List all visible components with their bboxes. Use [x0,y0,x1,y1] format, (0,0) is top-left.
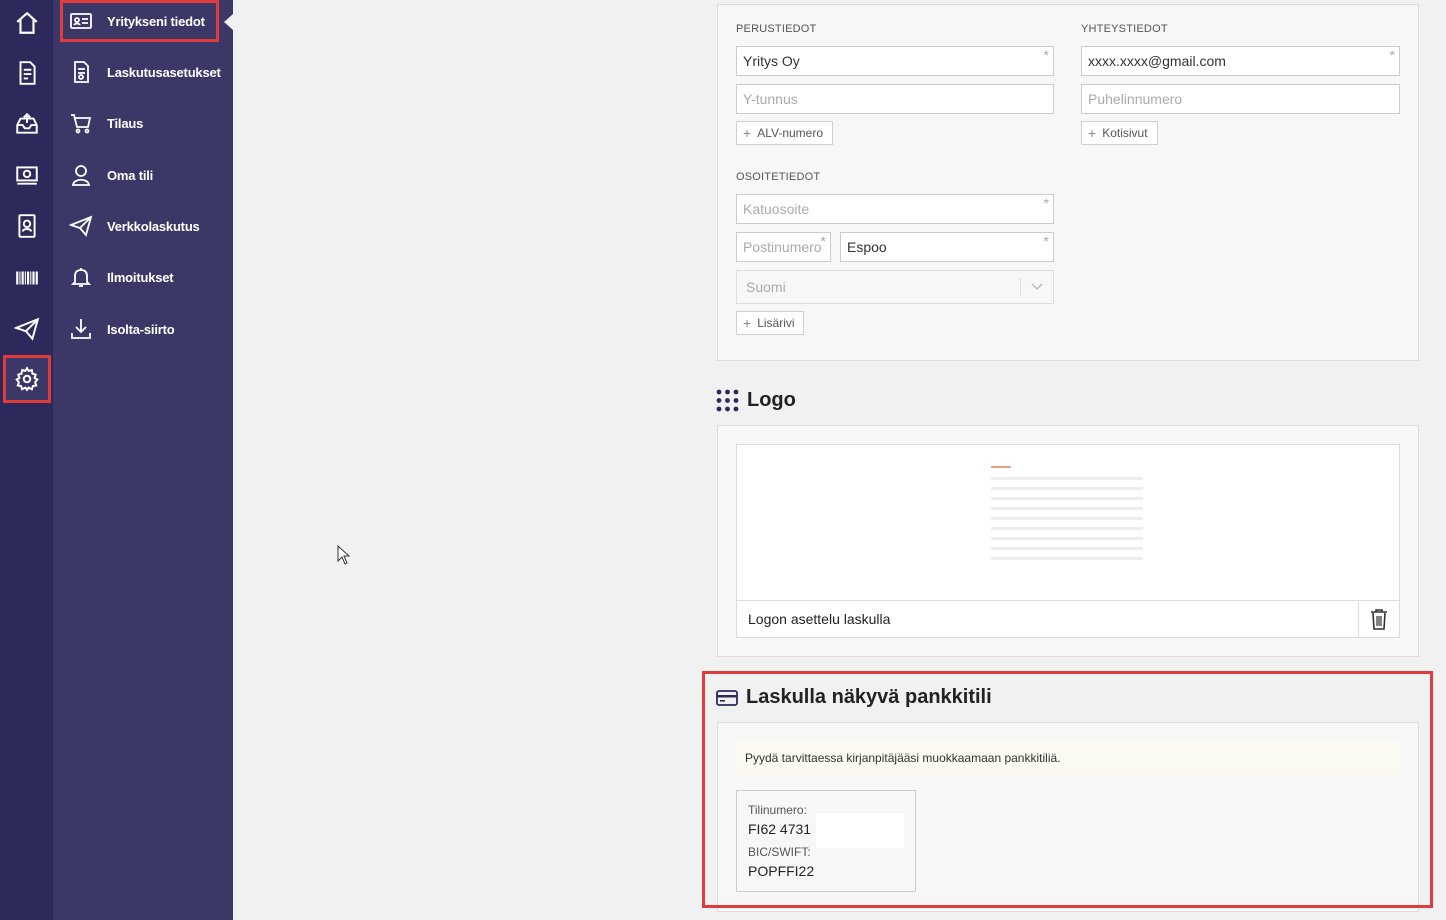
section-address-title: OSOITETIEDOT [736,171,821,183]
subnav-item-company-info[interactable]: Yritykseni tiedot [60,0,219,42]
invoice-settings-icon [66,60,96,84]
phone-placeholder: Puhelinnumero [1088,91,1183,107]
business-id-placeholder: Y-tunnus [743,91,798,107]
select-divider [1020,278,1021,296]
subnav-item-label: Verkkolaskutus [107,218,200,234]
postal-code-field[interactable]: Postinumero * [736,232,831,262]
required-mark: * [820,233,826,249]
money-icon[interactable] [4,152,50,198]
add-line-label: Lisärivi [757,316,795,330]
plus-icon: + [743,125,752,141]
country-value: Suomi [746,279,786,295]
invoice-thumbnail [991,466,1143,560]
barcode-icon[interactable] [4,255,50,301]
inbox-upload-icon[interactable] [4,101,50,147]
bell-icon [66,265,96,289]
required-mark: * [1389,47,1395,63]
section-contact-info-title: YHTEYSTIEDOT [1081,23,1168,35]
paper-plane-icon [66,214,96,238]
row-divider [1358,601,1359,637]
required-mark: * [1043,47,1049,63]
mouse-cursor-icon [337,545,351,565]
add-website-button[interactable]: + Kotisivut [1081,121,1158,145]
add-vat-label: ALV-numero [757,126,823,140]
city-value: Espoo [847,239,887,255]
logo-placement-label: Logon asettelu laskulla [748,611,891,627]
phone-field[interactable]: Puhelinnumero [1081,84,1400,114]
add-website-label: Kotisivut [1102,126,1148,140]
subnav-item-label: Tilaus [107,115,144,131]
subnav-item-label: Laskutusasetukset [107,64,221,80]
cart-icon [66,111,96,135]
street-placeholder: Katuosoite [743,201,810,217]
id-card-icon [66,9,96,33]
subnav-item-isolta-transfer[interactable]: Isolta-siirto [61,309,229,349]
logo-preview[interactable] [736,444,1400,601]
subnav-item-label: Ilmoitukset [107,269,174,285]
logo-title: Logo [747,389,796,411]
subnav-item-label: Oma tili [107,167,154,183]
logo-placement-row[interactable]: Logon asettelu laskulla [736,600,1400,638]
subnav-item-own-account[interactable]: Oma tili [61,155,229,195]
company-name-field[interactable]: Yritys Oy * [736,46,1054,76]
plus-icon: + [743,315,752,331]
subnav-item-order[interactable]: Tilaus [61,103,229,143]
settings-subnav: Yritykseni tiedot Laskutusasetukset Tila… [53,0,233,920]
invoice-icon[interactable] [4,50,50,96]
subnav-item-label: Yritykseni tiedot [107,13,205,29]
logo-section-heading: Logo [716,389,796,412]
required-mark: * [1043,233,1049,249]
subnav-item-label: Isolta-siirto [107,321,175,337]
user-icon [66,163,96,187]
active-pointer [224,14,233,30]
required-mark: * [1043,195,1049,211]
postal-placeholder: Postinumero [743,239,822,255]
home-icon[interactable] [4,0,50,46]
trash-icon[interactable] [1370,608,1388,630]
email-value: xxxx.xxxx@gmail.com [1088,53,1226,69]
section-basic-info-title: PERUSTIEDOT [736,23,817,35]
annotation-highlight-frame [702,671,1433,908]
icon-rail [0,0,53,920]
add-vat-number-button[interactable]: + ALV-numero [736,121,833,145]
company-name-value: Yritys Oy [743,53,800,69]
add-line-button[interactable]: + Lisärivi [736,311,804,335]
contacts-icon[interactable] [4,203,50,249]
subnav-item-billing-settings[interactable]: Laskutusasetukset [61,52,229,92]
send-icon[interactable] [4,306,50,352]
download-icon [66,317,96,341]
business-id-field[interactable]: Y-tunnus [736,84,1054,114]
chevron-down-icon [1031,283,1043,291]
email-field[interactable]: xxxx.xxxx@gmail.com * [1081,46,1400,76]
country-select[interactable]: Suomi [736,270,1054,304]
subnav-item-notifications[interactable]: Ilmoitukset [61,257,229,297]
settings-gear-icon[interactable] [3,355,51,403]
city-field[interactable]: Espoo * [840,232,1054,262]
plus-icon: + [1088,125,1097,141]
street-address-field[interactable]: Katuosoite * [736,194,1054,224]
subnav-item-e-invoicing[interactable]: Verkkolaskutus [61,206,229,246]
drag-handle-icon [716,389,739,412]
